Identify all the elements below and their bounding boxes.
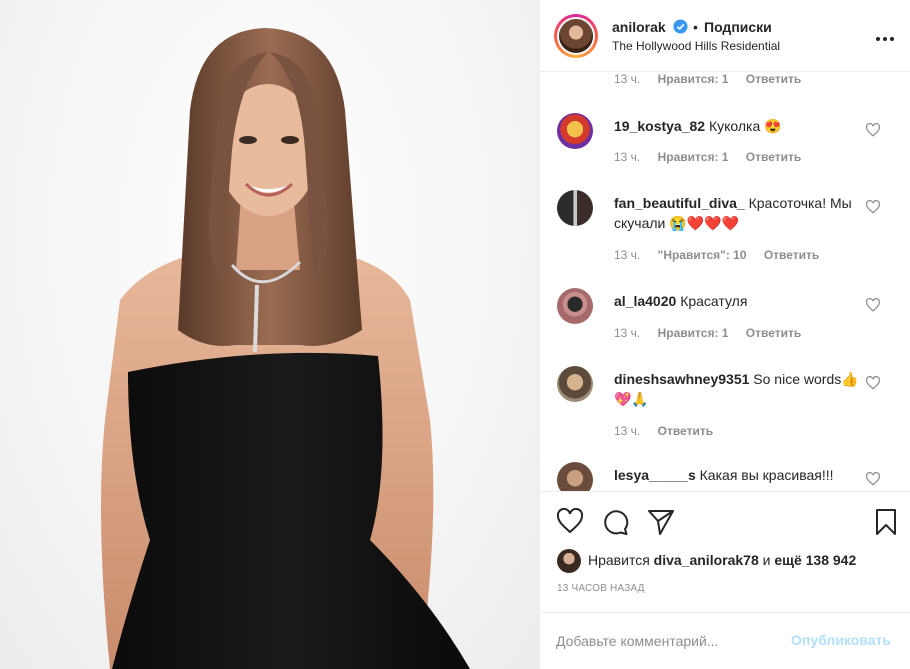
- post-location[interactable]: The Hollywood Hills Residential: [612, 39, 780, 53]
- commenter-avatar[interactable]: [557, 366, 593, 402]
- comment-time[interactable]: 13 ч.: [614, 326, 640, 340]
- comment-bubble-icon[interactable]: [601, 508, 629, 536]
- separator-dot: •: [693, 19, 698, 35]
- comment-time[interactable]: 13 ч.: [614, 424, 640, 438]
- comment-reply-button[interactable]: Ответить: [746, 72, 801, 86]
- post-sidebar: anilorak • Подписки The Hollywood Hills …: [539, 0, 910, 669]
- comment-like-heart-icon[interactable]: [865, 200, 881, 214]
- post-actions: [540, 492, 910, 552]
- likes-prefix: Нравится: [588, 552, 650, 568]
- commenter-username[interactable]: fan_beautiful_diva_: [614, 195, 745, 211]
- heart-outline-icon[interactable]: [556, 508, 584, 534]
- commenter-username[interactable]: al_la4020: [614, 293, 676, 309]
- commenter-avatar[interactable]: [557, 462, 593, 491]
- comment-time[interactable]: 13 ч.: [614, 248, 640, 262]
- comment-text: Какая вы красивая!!!: [699, 467, 834, 483]
- post-timestamp[interactable]: 13 часов назад: [557, 583, 645, 594]
- comment-meta: 13 ч. Нравится: 1 Ответить: [614, 72, 815, 86]
- comment-meta: 13 ч. Ответить: [614, 424, 727, 438]
- comment-meta: 13 ч. Нравится: 1 Ответить: [614, 326, 815, 340]
- comment-reply-button[interactable]: Ответить: [746, 326, 801, 340]
- comment-time[interactable]: 13 ч.: [614, 72, 640, 86]
- commenter-username[interactable]: 19_kostya_82: [614, 118, 705, 134]
- comment-like-heart-icon[interactable]: [865, 298, 881, 312]
- comment-text: Куколка 😍: [708, 118, 782, 134]
- likes-others-link[interactable]: ещё 138 942: [774, 552, 856, 568]
- comment-meta: 13 ч. Нравится: 1 Ответить: [614, 150, 815, 164]
- verified-badge-icon: [673, 19, 688, 34]
- commenter-avatar[interactable]: [557, 190, 593, 226]
- liker-avatar[interactable]: [557, 549, 581, 573]
- commenter-avatar[interactable]: [557, 288, 593, 324]
- woman-portrait-image: [101, 28, 470, 669]
- post-photo[interactable]: [0, 0, 539, 669]
- comment-like-heart-icon[interactable]: [865, 376, 881, 390]
- bookmark-icon[interactable]: [875, 508, 897, 536]
- comment-likes[interactable]: Нравится: 1: [658, 150, 729, 164]
- author-username[interactable]: anilorak: [612, 19, 666, 35]
- commenter-username[interactable]: lesya_____s: [614, 467, 696, 483]
- publish-button[interactable]: Опубликовать: [791, 632, 891, 648]
- more-dots-icon[interactable]: [876, 28, 898, 41]
- liker-username[interactable]: diva_anilorak78: [654, 552, 759, 568]
- post-header: anilorak • Подписки The Hollywood Hills …: [540, 0, 910, 72]
- comment-reply-button[interactable]: Ответить: [746, 150, 801, 164]
- add-comment-input[interactable]: [556, 629, 786, 653]
- comment-likes[interactable]: Нравится: 1: [658, 72, 729, 86]
- comment-meta: 13 ч. "Нравится": 10 Ответить: [614, 248, 833, 262]
- comment-reply-button[interactable]: Ответить: [658, 424, 713, 438]
- commenter-avatar[interactable]: [557, 113, 593, 149]
- likes-middle: и: [762, 552, 771, 568]
- paper-plane-icon[interactable]: [647, 508, 675, 536]
- comments-list[interactable]: 13 ч. Нравится: 1 Ответить 19_kostya_82 …: [540, 72, 910, 492]
- comment-like-heart-icon[interactable]: [865, 472, 881, 486]
- comment-time[interactable]: 13 ч.: [614, 150, 640, 164]
- comment-likes[interactable]: Нравится: 1: [658, 326, 729, 340]
- comment-likes[interactable]: "Нравится": 10: [658, 248, 747, 262]
- comment-text: Красатуля: [680, 293, 748, 309]
- following-button[interactable]: Подписки: [704, 19, 772, 35]
- comment-like-heart-icon[interactable]: [865, 123, 881, 137]
- add-comment-section: Опубликовать: [540, 612, 910, 669]
- commenter-username[interactable]: dineshsawhney9351: [614, 371, 749, 387]
- instagram-post: anilorak • Подписки The Hollywood Hills …: [0, 0, 910, 669]
- comment-reply-button[interactable]: Ответить: [764, 248, 819, 262]
- author-avatar[interactable]: [554, 14, 598, 58]
